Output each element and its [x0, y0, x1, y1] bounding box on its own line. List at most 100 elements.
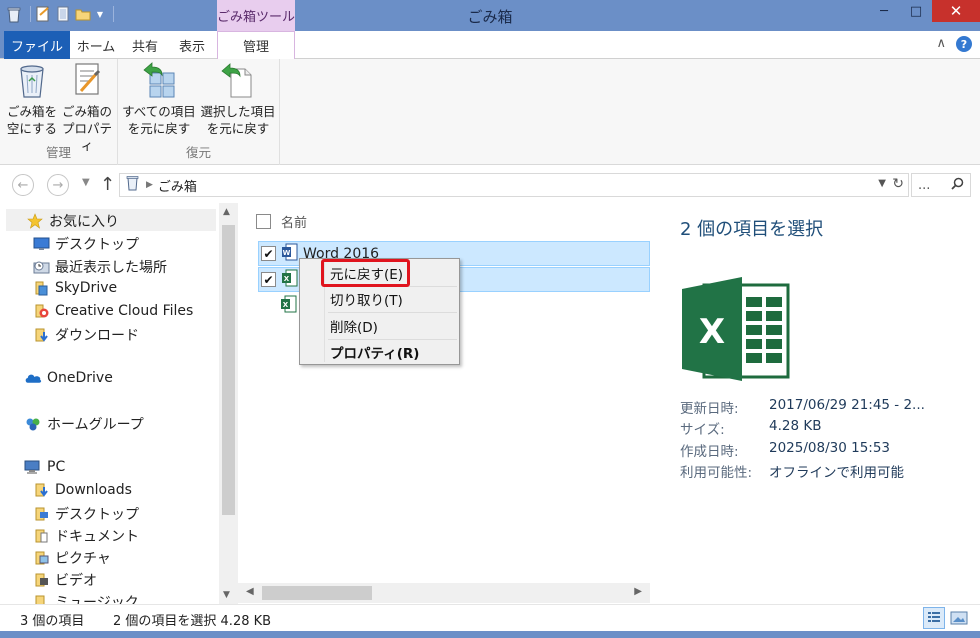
ribbon-tab-bar: ファイル ホーム 共有 表示 管理 ∧ ? [0, 31, 980, 59]
desktop-icon [32, 236, 50, 252]
excel-large-icon: X [682, 277, 790, 381]
preview-title: 2 個の項目を選択 [680, 219, 824, 240]
properties-icon [75, 63, 101, 95]
tab-share[interactable]: 共有 [124, 31, 166, 59]
onedrive-icon [24, 370, 42, 386]
back-button[interactable]: ← [12, 174, 34, 196]
search-input[interactable]: ... [911, 173, 971, 197]
empty-recycle-bin-button[interactable]: ごみ箱を 空にする [4, 61, 60, 137]
ribbon-group-label-restore: 復元 [185, 145, 211, 160]
ribbon-body: ごみ箱を 空にする ごみ箱の プロパティ 管理 すべての項目 を元に戻す 選択し… [0, 59, 980, 165]
title-bar: ▼ ごみ箱ツール ごみ箱 ─ □ ✕ [0, 0, 980, 31]
nav-item-downloads[interactable]: ダウンロード [32, 325, 139, 345]
nav-item-pc-music[interactable]: ミュージック [32, 592, 139, 604]
homegroup-icon [24, 416, 42, 432]
select-all-checkbox[interactable] [256, 214, 271, 229]
menu-separator [328, 312, 457, 313]
restore-all-button[interactable]: すべての項目 を元に戻す [120, 61, 198, 137]
nav-onedrive[interactable]: OneDrive [24, 370, 113, 386]
tab-view[interactable]: 表示 [170, 31, 214, 59]
highlight-box [321, 259, 410, 287]
maximize-button[interactable]: □ [900, 0, 932, 22]
help-icon[interactable]: ? [956, 36, 972, 52]
window-bottom-border [0, 631, 980, 638]
breadcrumb[interactable]: ごみ箱 [158, 176, 197, 195]
scroll-up-icon[interactable]: ▲ [223, 207, 230, 217]
svg-text:X: X [699, 312, 725, 352]
skydrive-icon [32, 280, 50, 296]
svg-text:X: X [284, 275, 290, 283]
context-menu-cut[interactable]: 切り取り(T) [330, 288, 403, 310]
address-bar[interactable]: ▶ ごみ箱 ▼ ↻ [119, 173, 909, 197]
tab-home[interactable]: ホーム [74, 31, 118, 59]
ribbon-group-label-manage: 管理 [45, 145, 71, 160]
breadcrumb-separator-icon[interactable]: ▶ [146, 180, 153, 190]
restore-selected-icon [221, 63, 252, 98]
svg-text:X: X [283, 301, 289, 309]
large-icons-view-icon[interactable] [948, 607, 970, 629]
forward-button[interactable]: → [47, 174, 69, 196]
address-dropdown-icon[interactable]: ▼ [878, 178, 886, 189]
context-menu-properties[interactable]: プロパティ(R) [330, 341, 419, 363]
scroll-right-icon[interactable]: ▶ [634, 586, 642, 597]
tab-file[interactable]: ファイル [4, 31, 70, 59]
creative-cloud-icon [32, 303, 50, 319]
scrollbar-thumb[interactable] [262, 586, 372, 600]
status-item-count: 3 個の項目 [20, 614, 85, 629]
nav-pane-scrollbar[interactable]: ▲ ▼ [219, 203, 238, 604]
detail-row-availability: 利用可能性: オフラインで利用可能 [680, 465, 904, 481]
recent-places-icon [32, 259, 50, 275]
nav-item-recent-places[interactable]: 最近表示した場所 [32, 257, 167, 277]
folder-icon [32, 594, 50, 604]
scrollbar-thumb[interactable] [222, 225, 235, 515]
restore-selected-button[interactable]: 選択した項目 を元に戻す [198, 61, 278, 137]
excel-file-icon[interactable]: X [280, 295, 297, 317]
address-row: ← → ▼ ↑ ▶ ごみ箱 ▼ ↻ ... [0, 165, 980, 203]
refresh-icon[interactable]: ↻ [892, 176, 904, 192]
nav-item-desktop[interactable]: デスクトップ [32, 234, 139, 254]
collapse-ribbon-icon[interactable]: ∧ [936, 36, 946, 52]
window-title: ごみ箱 [467, 8, 513, 26]
up-button[interactable]: ↑ [100, 174, 115, 195]
nav-item-pc-documents[interactable]: ドキュメント [32, 526, 139, 546]
status-selection: 2 個の項目を選択 4.28 KB [113, 614, 272, 629]
tab-manage[interactable]: 管理 [217, 31, 295, 59]
recycle-bin-properties-button[interactable]: ごみ箱の プロパティ [58, 61, 116, 154]
nav-item-pc-videos[interactable]: ビデオ [32, 570, 97, 590]
nav-item-pc-desktop[interactable]: デスクトップ [32, 504, 139, 524]
detail-row-size: サイズ: 4.28 KB [680, 418, 822, 438]
close-button[interactable]: ✕ [932, 0, 980, 22]
folder-icon [32, 528, 50, 544]
view-switcher [923, 607, 970, 629]
ribbon-right-controls: ∧ ? [936, 36, 972, 52]
nav-item-pc-pictures[interactable]: ピクチャ [32, 548, 111, 568]
detail-row-created: 作成日時: 2025/08/30 15:53 [680, 440, 891, 460]
nav-item-skydrive[interactable]: SkyDrive [32, 280, 117, 296]
nav-homegroup[interactable]: ホームグループ [24, 414, 144, 434]
row-checkbox[interactable]: ✔ [261, 246, 276, 261]
scroll-left-icon[interactable]: ◀ [246, 586, 254, 597]
nav-pc[interactable]: PC [24, 459, 65, 475]
minimize-button[interactable]: ─ [868, 0, 900, 22]
folder-icon [32, 550, 50, 566]
restore-all-icon [143, 62, 175, 98]
row-checkbox[interactable]: ✔ [261, 272, 276, 287]
nav-favorites[interactable]: お気に入り [26, 211, 119, 231]
menu-separator [328, 339, 457, 340]
forward-arrow-icon: → [52, 177, 64, 193]
context-menu-delete[interactable]: 削除(D) [330, 315, 378, 337]
search-icon [951, 177, 964, 194]
column-header-name[interactable]: 名前 [256, 212, 307, 231]
details-view-icon[interactable] [923, 607, 945, 629]
nav-item-pc-downloads[interactable]: Downloads [32, 482, 132, 498]
recent-locations-dropdown-icon[interactable]: ▼ [82, 177, 90, 188]
downloads-icon [32, 327, 50, 343]
recycle-bin-icon [20, 65, 44, 98]
scroll-down-icon[interactable]: ▼ [223, 590, 230, 600]
ribbon-group-manage: ごみ箱を 空にする ごみ箱の プロパティ 管理 [0, 59, 118, 165]
file-list-hscrollbar[interactable]: ◀ ▶ [238, 583, 650, 603]
star-icon [26, 213, 44, 229]
folder-icon [32, 482, 50, 498]
nav-item-creative-cloud[interactable]: Creative Cloud Files [32, 303, 193, 319]
excel-file-icon: X [281, 269, 298, 291]
